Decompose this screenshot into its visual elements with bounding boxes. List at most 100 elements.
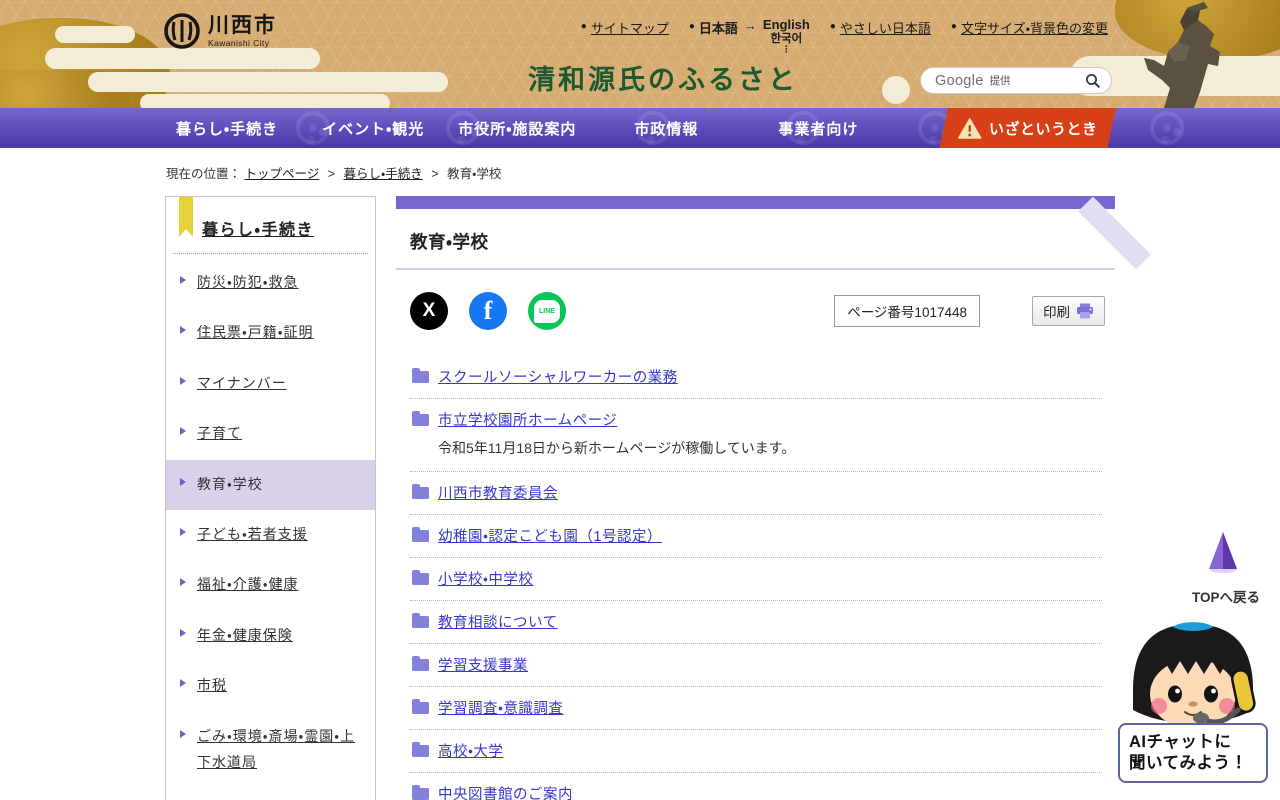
arrow-right-icon: → bbox=[743, 18, 757, 33]
triangle-bullet-icon bbox=[180, 276, 186, 284]
samurai-statue-image bbox=[1144, 2, 1220, 108]
folder-icon bbox=[412, 741, 429, 757]
list-item: 川西市教育委員会 bbox=[410, 472, 1102, 515]
emergency-button[interactable]: いざというとき bbox=[939, 108, 1116, 148]
cloud-decoration bbox=[45, 48, 320, 69]
folder-icon bbox=[412, 784, 429, 800]
sidebar-item-shizei[interactable]: 市税 bbox=[166, 661, 375, 711]
list-item: 幼稚園・認定こども園（1号認定） bbox=[410, 515, 1102, 558]
city-name: 川西市 bbox=[208, 13, 277, 37]
content-link[interactable]: 中央図書館のご案内 bbox=[438, 783, 573, 800]
sidebar-item-kosodate[interactable]: 子育て bbox=[166, 409, 375, 459]
list-item: 高校・大学 bbox=[410, 730, 1102, 773]
city-logo[interactable]: 川西市 Kawanishi City bbox=[164, 13, 277, 49]
line-bubble-icon: LINE bbox=[534, 299, 560, 323]
page-title: 教育・学校 bbox=[410, 232, 489, 252]
sidebar-item-fukushi[interactable]: 福祉・介護・健康 bbox=[166, 560, 375, 610]
sidebar-item-gomi[interactable]: ごみ・環境・斎場・霊園・上下水道局 bbox=[166, 712, 375, 789]
content-link[interactable]: 学習支援事業 bbox=[438, 654, 528, 675]
divider bbox=[396, 268, 1115, 270]
folder-icon bbox=[412, 612, 429, 628]
triangle-bullet-icon bbox=[180, 427, 186, 436]
back-to-top-button[interactable]: TOPへ戻る bbox=[1192, 531, 1261, 606]
sidebar-item-nenkin[interactable]: 年金・健康保険 bbox=[166, 611, 375, 661]
japanese-link[interactable]: 日本語 bbox=[699, 18, 738, 37]
text-size-link[interactable]: 文字サイズ・背景色の変更 bbox=[961, 18, 1108, 37]
content-link[interactable]: 高校・大学 bbox=[438, 740, 503, 761]
triangle-bullet-icon bbox=[180, 376, 186, 385]
facebook-share-icon[interactable]: f bbox=[469, 292, 507, 330]
search-input[interactable]: Google 提供 bbox=[920, 67, 1112, 94]
nav-item-kurashi[interactable]: 暮らし・手続き bbox=[176, 118, 278, 139]
google-logo: Google bbox=[935, 72, 984, 89]
sidebar-item-shimin[interactable]: 市民活動・人権・生涯学習 bbox=[166, 788, 375, 800]
content-link[interactable]: 教育相談について bbox=[438, 611, 558, 632]
page: 川西市 Kawanishi City ● サイトマップ ● 日本語 → Engl… bbox=[0, 0, 1280, 800]
triangle-bullet-icon bbox=[180, 578, 186, 587]
sidebar-item-mynumber[interactable]: マイナンバー bbox=[166, 359, 375, 409]
bullet-icon: ● bbox=[580, 21, 587, 32]
content-link[interactable]: スクールソーシャルワーカーの業務 bbox=[438, 366, 678, 387]
back-to-top-label: TOPへ戻る bbox=[1192, 590, 1261, 605]
main-navigation: 暮らし・手続き イベント・観光 市役所・施設案内 市政情報 事業者向け いざとい… bbox=[0, 108, 1280, 148]
more-languages-icon[interactable]: ⋮ bbox=[782, 45, 791, 54]
cloud-decoration bbox=[55, 26, 135, 43]
breadcrumb-current: 教育・学校 bbox=[447, 167, 502, 181]
english-link[interactable]: English bbox=[763, 17, 810, 33]
nav-item-jigyosha[interactable]: 事業者向け bbox=[778, 118, 858, 139]
ai-chat-label: AIチャットに 聞いてみよう！ bbox=[1118, 723, 1268, 784]
content-link[interactable]: 川西市教育委員会 bbox=[438, 482, 558, 503]
emergency-label: いざというとき bbox=[988, 120, 1098, 138]
sidebar: 暮らし・手続き 防災・防犯・救急 住民票・戸籍・証明 マイナンバー 子育て 教育… bbox=[165, 196, 376, 800]
list-item: 市立学校園所ホームページ 令和5年11月18日から新ホームページが稼働しています… bbox=[410, 399, 1102, 472]
list-item: 教育相談について bbox=[410, 601, 1102, 644]
sitemap-link[interactable]: サイトマップ bbox=[591, 18, 669, 37]
sidebar-item-kodomo[interactable]: 子ども・若者支援 bbox=[166, 510, 375, 560]
bullet-icon: ● bbox=[829, 21, 836, 32]
breadcrumb-link-kurashi[interactable]: 暮らし・手続き bbox=[344, 167, 423, 181]
list-item: 中央図書館のご案内 bbox=[410, 773, 1102, 800]
folder-icon bbox=[412, 698, 429, 714]
bullet-icon: ● bbox=[688, 21, 695, 32]
nav-item-shiyakusho[interactable]: 市役所・施設案内 bbox=[458, 118, 576, 139]
easy-japanese-link[interactable]: やさしい日本語 bbox=[840, 18, 931, 37]
content-link[interactable]: 小学校・中学校 bbox=[438, 568, 533, 589]
list-item: 学習支援事業 bbox=[410, 644, 1102, 687]
content-link[interactable]: 幼稚園・認定こども園（1号認定） bbox=[438, 525, 662, 546]
folder-icon bbox=[412, 483, 429, 499]
main-content: 教育・学校 X f LINE ページ番号1017448 印刷 スクールソーシャル… bbox=[396, 196, 1115, 800]
city-name-en: Kawanishi City bbox=[208, 37, 270, 48]
sidebar-item-juminhyo[interactable]: 住民票・戸籍・証明 bbox=[166, 308, 375, 358]
breadcrumb-prefix: 現在の位置： bbox=[166, 167, 242, 181]
x-share-icon[interactable]: X bbox=[410, 292, 448, 330]
triangle-bullet-icon bbox=[180, 527, 186, 536]
share-toolbar: X f LINE ページ番号1017448 印刷 bbox=[410, 292, 1115, 330]
city-crest-icon bbox=[164, 13, 200, 49]
page-number-badge: ページ番号1017448 bbox=[834, 295, 980, 327]
list-item: スクールソーシャルワーカーの業務 bbox=[410, 356, 1102, 399]
line-share-icon[interactable]: LINE bbox=[528, 292, 566, 330]
language-switcher[interactable]: English 한국어 ⋮ bbox=[763, 17, 810, 54]
sidebar-title[interactable]: 暮らし・手続き bbox=[202, 222, 314, 239]
nav-item-shisei[interactable]: 市政情報 bbox=[634, 118, 698, 139]
cloud-decoration bbox=[88, 72, 448, 92]
content-link[interactable]: 学習調査・意識調査 bbox=[438, 697, 563, 718]
breadcrumb-link-top[interactable]: トップページ bbox=[245, 167, 320, 181]
bullet-icon: ● bbox=[950, 21, 957, 32]
ai-chat-button[interactable]: AIチャットに 聞いてみよう！ bbox=[1118, 612, 1268, 784]
triangle-bullet-icon bbox=[180, 729, 186, 738]
search-icon[interactable] bbox=[1085, 73, 1101, 89]
list-item: 学習調査・意識調査 bbox=[410, 687, 1102, 730]
utility-links: ● サイトマップ ● 日本語 → English 한국어 ⋮ ● やさしい日本語… bbox=[580, 17, 1108, 54]
sidebar-item-bosai[interactable]: 防災・防犯・救急 bbox=[166, 258, 375, 308]
triangle-bullet-icon bbox=[180, 477, 186, 486]
nav-item-event[interactable]: イベント・観光 bbox=[322, 118, 424, 139]
link-description: 令和5年11月18日から新ホームページが稼働しています。 bbox=[438, 440, 796, 456]
content-link[interactable]: 市立学校園所ホームページ bbox=[438, 409, 617, 430]
printer-icon bbox=[1077, 303, 1093, 319]
sidebar-item-kyoiku-active[interactable]: 教育・学校 bbox=[166, 459, 375, 510]
triangle-bullet-icon bbox=[180, 628, 186, 637]
print-button[interactable]: 印刷 bbox=[1032, 296, 1105, 326]
folder-icon bbox=[412, 367, 429, 383]
triangle-bullet-icon bbox=[180, 679, 186, 688]
